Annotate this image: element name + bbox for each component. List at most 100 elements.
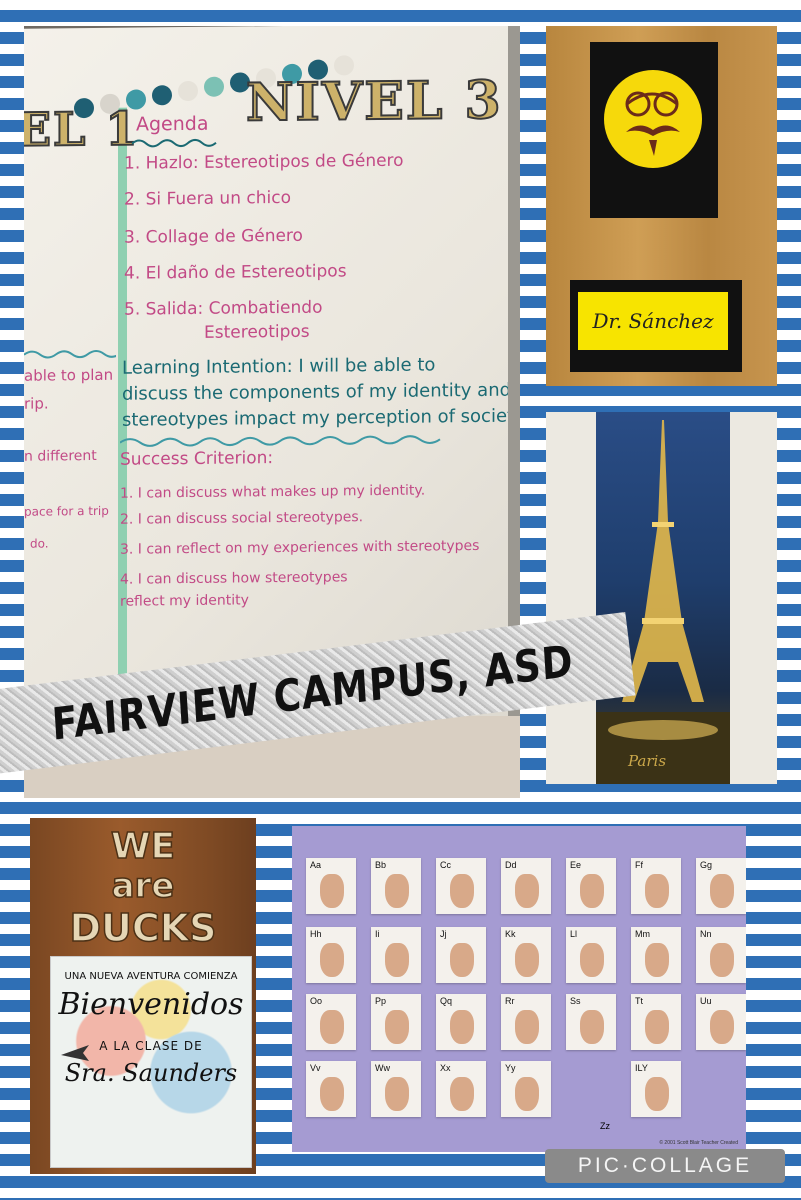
asl-letter-card: Uu: [696, 994, 746, 1050]
agenda-item: 4. El daño de Estereotipos: [124, 261, 347, 284]
asl-letter-card: Nn: [696, 927, 746, 983]
airplane-icon: [61, 1045, 89, 1061]
hand-sign-icon: [580, 1010, 604, 1044]
asl-letter-label: Oo: [310, 996, 323, 1006]
asl-letter-label: Mm: [635, 929, 650, 939]
left-fragment: pace for a trip: [24, 503, 109, 519]
asl-letter-card: Ff: [631, 858, 681, 914]
hand-sign-icon: [450, 943, 474, 977]
asl-letter-label: Ff: [635, 860, 643, 870]
agenda-item: 2. Si Fuera un chico: [124, 187, 291, 210]
asl-letter-label: Rr: [505, 996, 515, 1006]
left-fragment: rip.: [24, 394, 49, 413]
agenda-item: 5. Salida: Combatiendo: [124, 297, 323, 320]
asl-letter-label: Kk: [505, 929, 516, 939]
nameplate: Dr. Sánchez: [570, 280, 742, 372]
hand-sign-icon: [580, 943, 604, 977]
pompom: [178, 80, 198, 102]
asl-letter-card: Pp: [371, 994, 421, 1050]
asl-letter-label: Zz: [600, 1121, 610, 1131]
asl-letter-label: Ii: [375, 929, 380, 939]
learning-intention-line: discuss the components of my identity an…: [122, 379, 520, 405]
asl-letter-card: Ss: [566, 994, 616, 1050]
asl-letter-card: Bb: [371, 858, 421, 914]
pompom: [204, 76, 224, 97]
poster-copyright: © 2001 Scott Blair Teacher Created: [659, 1140, 738, 1146]
welcome-sign-line: Bienvenidos: [58, 987, 244, 1022]
whiteboard-surface: EL 1 NIVEL 3 Agenda 1. Hazlo: Estereotip…: [24, 26, 520, 729]
teal-squiggle: [120, 435, 441, 447]
welcome-sign-line: UNA NUEVA AVENTURA COMIENZA: [64, 971, 238, 982]
hand-sign-icon: [320, 943, 344, 977]
asl-letter-card: Vv: [306, 1061, 356, 1117]
teal-squiggle: [24, 349, 116, 359]
asl-alphabet-poster: Aa Bb Cc Dd Ee Ff Gg Hh Ii Jj Kk Ll Mm Nn Oo Pp Qq Rr Ss Tt…: [292, 826, 746, 1152]
asl-letter-card: Qq: [436, 994, 486, 1050]
paris-caption: Paris: [628, 752, 667, 770]
asl-letter-label: Uu: [700, 996, 712, 1006]
hand-sign-icon: [710, 874, 734, 908]
hand-sign-icon: [385, 1077, 409, 1111]
left-fragment: able to plan: [24, 365, 114, 385]
watermark-text: PIC·COLLAGE: [577, 1154, 753, 1177]
hand-sign-icon: [320, 874, 344, 908]
asl-letter-label: Vv: [310, 1063, 321, 1073]
asl-letter-label: ILY: [635, 1063, 648, 1073]
nameplate-text: Dr. Sánchez: [578, 292, 728, 350]
asl-letter-card: Aa: [306, 858, 356, 914]
asl-letter-card: Ee: [566, 858, 616, 914]
hand-sign-icon: [645, 943, 669, 977]
hand-sign-icon: [515, 1077, 539, 1111]
duck-word-are: are: [111, 865, 175, 907]
hand-sign-icon: [515, 1010, 539, 1044]
asl-letter-card: Ww: [371, 1061, 421, 1117]
asl-letter-label: Dd: [505, 860, 517, 870]
asl-letter-label: Cc: [440, 860, 451, 870]
hand-sign-icon: [385, 874, 409, 908]
hand-sign-icon: [645, 874, 669, 908]
hand-sign-icon: [450, 874, 474, 908]
left-fragment: do.: [30, 536, 49, 551]
hand-sign-icon: [580, 874, 604, 908]
hand-sign-icon: [645, 1077, 669, 1111]
success-item: 4. I can discuss how stereotypes: [120, 569, 348, 588]
learning-intention-line: stereotypes impact my perception of soci…: [122, 405, 520, 431]
asl-letter-card: Kk: [501, 927, 551, 983]
asl-letter-label: Ee: [570, 860, 582, 870]
agenda-item: Estereotipos: [204, 321, 310, 343]
hand-sign-icon: [450, 1077, 474, 1111]
pic-collage-watermark: PIC·COLLAGE: [545, 1149, 785, 1183]
asl-letter-label: Hh: [310, 929, 322, 939]
asl-letter-card: Dd: [501, 858, 551, 914]
success-item: 2. I can discuss social stereotypes.: [120, 509, 364, 528]
welcome-sign: UNA NUEVA AVENTURA COMIENZA Bienvenidos …: [50, 956, 252, 1168]
asl-letter-label: Ss: [570, 996, 581, 1006]
title-nivel-1: EL 1: [24, 101, 140, 158]
asl-letter-card: Rr: [501, 994, 551, 1050]
hand-sign-icon: [320, 1010, 344, 1044]
asl-letter-card: Jj: [436, 927, 486, 983]
hand-sign-icon: [320, 1077, 344, 1111]
asl-letter-card: ILY: [631, 1061, 681, 1117]
hand-sign-icon: [515, 874, 539, 908]
asl-letter-card: Yy: [501, 1061, 551, 1117]
door-photo: Dr. Sánchez: [546, 26, 777, 386]
asl-letter-label: Tt: [635, 996, 643, 1006]
hand-sign-icon: [645, 1010, 669, 1044]
asl-letter-card: Ii: [371, 927, 421, 983]
asl-letter-label: Ww: [375, 1063, 390, 1073]
teal-squiggle: [132, 138, 217, 148]
asl-letter-label: Xx: [440, 1063, 451, 1073]
eiffel-tower-photo: Paris: [546, 412, 777, 784]
asl-letter-card: Gg: [696, 858, 746, 914]
agenda-item: 1. Hazlo: Estereotipos de Género: [124, 150, 404, 174]
smiley-face-icon: [604, 70, 702, 168]
asl-letter-label: Yy: [505, 1063, 516, 1073]
hand-sign-icon: [450, 1010, 474, 1044]
hand-sign-icon: [710, 1010, 734, 1044]
asl-letter-label: Bb: [375, 860, 387, 870]
asl-letter-label: Pp: [375, 996, 387, 1006]
asl-letter-card: Ll: [566, 927, 616, 983]
asl-letter-card: Tt: [631, 994, 681, 1050]
asl-letter-card: Cc: [436, 858, 486, 914]
